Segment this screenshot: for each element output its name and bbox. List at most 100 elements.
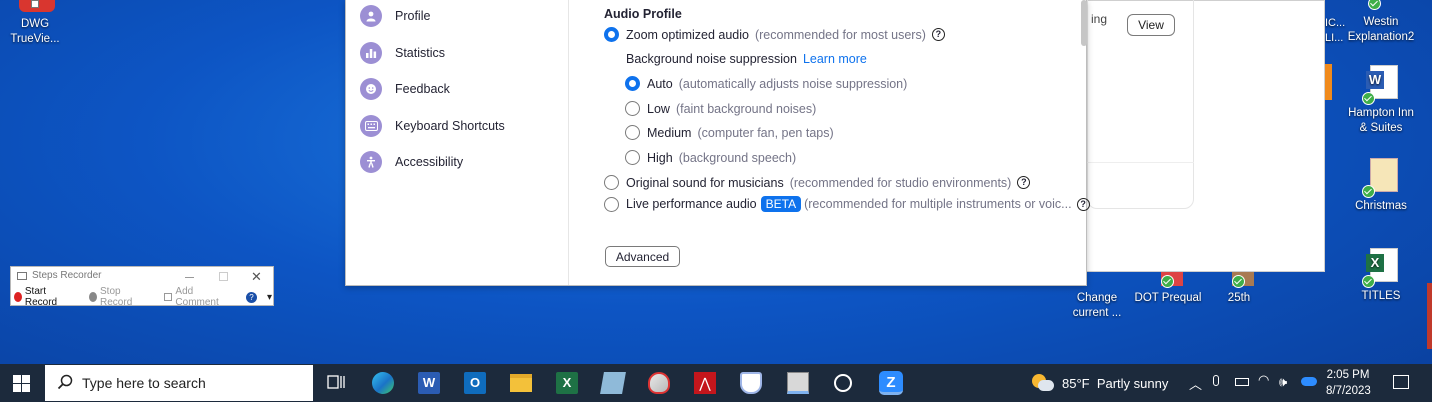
- excel-file-icon: X: [1362, 246, 1398, 288]
- stop-record-label: Stop Record: [100, 286, 133, 308]
- view-button[interactable]: View: [1127, 14, 1175, 36]
- acrobat-app-icon[interactable]: ⋀: [694, 372, 716, 394]
- edge-browser-icon[interactable]: [372, 372, 394, 394]
- desktop-icon-westin[interactable]: PDF Westin Explanation2: [1341, 0, 1421, 45]
- option-hint: (recommended for multiple instruments or…: [804, 197, 1072, 211]
- add-comment-button[interactable]: Add Comment: [164, 286, 236, 308]
- steps-recorder-toolbar: Start Record Stop Record Add Comment ? ▾: [12, 286, 272, 308]
- desktop-icon-label: Westin Explanation2: [1347, 16, 1415, 43]
- sidebar-item-keyboard-shortcuts[interactable]: Keyboard Shortcuts: [360, 114, 505, 138]
- file-explorer-icon[interactable]: [510, 374, 532, 392]
- option-label: Original sound for musicians: [626, 175, 784, 190]
- image-file-icon: [1362, 156, 1398, 198]
- option-noise-medium[interactable]: Medium (computer fan, pen taps): [625, 125, 834, 140]
- cortana-circle-icon[interactable]: [834, 374, 852, 392]
- weather-widget[interactable]: 85°F Partly sunny: [1032, 374, 1168, 392]
- desktop-icon-label: 25th: [1227, 292, 1251, 304]
- vertical-scrollbar[interactable]: [1081, 0, 1087, 46]
- sidebar-item-accessibility[interactable]: Accessibility: [360, 150, 463, 174]
- document-app-icon[interactable]: [600, 372, 626, 394]
- option-zoom-optimized-audio[interactable]: Zoom optimized audio (recommended for mo…: [604, 27, 945, 42]
- help-icon[interactable]: ?: [1076, 197, 1090, 211]
- help-icon[interactable]: ?: [1017, 176, 1031, 189]
- option-original-sound[interactable]: Original sound for musicians (recommende…: [604, 175, 1031, 190]
- sidebar-item-statistics[interactable]: Statistics: [360, 41, 445, 65]
- sidebar-item-profile[interactable]: Profile: [360, 4, 430, 28]
- desktop-icon-label: DOT Prequal: [1134, 292, 1202, 304]
- volume-icon[interactable]: 🕪: [1279, 374, 1287, 390]
- audio-profile-title: Audio Profile: [604, 7, 682, 21]
- comment-icon: [164, 293, 173, 301]
- search-icon: [57, 374, 73, 393]
- dwg-app-icon: [15, 0, 55, 14]
- show-hidden-icons-icon[interactable]: ︿: [1189, 374, 1202, 393]
- radio-button[interactable]: [604, 175, 619, 190]
- start-record-button[interactable]: Start Record: [12, 286, 79, 308]
- noise-suppression-label: Background noise suppression: [626, 52, 797, 66]
- word-file-icon: W: [1362, 63, 1398, 105]
- stop-record-button[interactable]: Stop Record: [89, 286, 154, 308]
- option-noise-low[interactable]: Low (faint background noises): [625, 101, 816, 116]
- option-noise-high[interactable]: High (background speech): [625, 150, 796, 165]
- help-dropdown-icon[interactable]: ? ▾: [245, 291, 272, 303]
- security-shield-icon[interactable]: [740, 372, 762, 394]
- radio-button[interactable]: [625, 150, 640, 165]
- maximize-icon[interactable]: [219, 272, 228, 281]
- desktop-icon-label: Christmas: [1355, 200, 1407, 212]
- task-view-icon[interactable]: [326, 372, 348, 394]
- word-app-icon[interactable]: W: [418, 372, 440, 394]
- option-hint: (automatically adjusts noise suppression…: [678, 76, 908, 91]
- radio-button[interactable]: [604, 196, 619, 212]
- beta-badge: BETA: [760, 196, 802, 212]
- taskbar-search-box[interactable]: Type here to search: [45, 365, 313, 401]
- outlook-app-icon[interactable]: O: [464, 372, 486, 394]
- battery-icon[interactable]: [1235, 378, 1249, 386]
- desktop-icon-hampton[interactable]: W Hampton Inn & Suites: [1341, 63, 1421, 136]
- radio-button[interactable]: [625, 125, 640, 140]
- sidebar-item-feedback[interactable]: Feedback: [360, 77, 450, 101]
- weather-text: 85°F Partly sunny: [1062, 375, 1169, 391]
- excel-app-icon[interactable]: X: [556, 372, 578, 394]
- taskbar: Type here to search W O X ⋀ Z 85°F Partl…: [0, 364, 1432, 402]
- steps-recorder-taskbar-icon[interactable]: [787, 372, 809, 394]
- close-icon[interactable]: ✕: [251, 269, 262, 285]
- help-icon[interactable]: ?: [931, 28, 945, 41]
- desktop-icon-label: DWG TrueVie...: [10, 18, 60, 45]
- window-title: Steps Recorder: [32, 270, 102, 281]
- sidebar-item-label: Profile: [395, 9, 431, 23]
- option-label: Medium: [647, 125, 692, 140]
- microphone-icon[interactable]: [1213, 375, 1219, 386]
- notifications-icon[interactable]: [1393, 375, 1409, 389]
- accessibility-icon: [360, 151, 382, 173]
- statistics-icon: [360, 42, 382, 64]
- steps-recorder-titlebar: Steps Recorder: [17, 270, 101, 281]
- wifi-icon[interactable]: ◠: [1258, 372, 1269, 388]
- option-hint: (faint background noises): [675, 101, 817, 116]
- settings-sidebar: Profile Statistics Feedback Keyboard Sho…: [346, 0, 569, 285]
- clock[interactable]: 2:05 PM 8/7/2023: [1326, 367, 1371, 399]
- option-live-performance[interactable]: Live performance audio BETA (recommended…: [604, 196, 1090, 212]
- learn-more-link[interactable]: Learn more: [803, 52, 867, 66]
- zoom-app-icon[interactable]: Z: [879, 371, 903, 395]
- desktop-icon-titles[interactable]: X TITLES: [1341, 246, 1421, 304]
- minimize-icon[interactable]: [185, 277, 194, 278]
- desktop-icon-christmas[interactable]: Christmas: [1341, 156, 1421, 214]
- keyboard-icon: [360, 115, 382, 137]
- desktop-icon-label: TITLES: [1361, 290, 1401, 302]
- paint-app-icon[interactable]: [648, 372, 670, 394]
- radio-button[interactable]: [625, 76, 640, 91]
- sidebar-item-label: Accessibility: [395, 155, 464, 169]
- option-noise-auto[interactable]: Auto (automatically adjusts noise suppre…: [625, 76, 907, 91]
- divider: [1087, 162, 1194, 163]
- option-hint: (recommended for studio environments): [789, 175, 1012, 190]
- radio-button[interactable]: [604, 27, 619, 42]
- sidebar-item-label: Statistics: [395, 46, 446, 60]
- advanced-button[interactable]: Advanced: [605, 246, 680, 267]
- onedrive-cloud-icon[interactable]: [1301, 377, 1317, 386]
- clock-time: 2:05 PM: [1326, 369, 1370, 381]
- windows-start-icon[interactable]: [13, 375, 30, 392]
- radio-button[interactable]: [625, 101, 640, 116]
- desktop-icon-dwg-trueview[interactable]: DWG TrueVie...: [0, 0, 75, 47]
- search-placeholder: Type here to search: [82, 375, 206, 391]
- stop-icon: [89, 292, 98, 302]
